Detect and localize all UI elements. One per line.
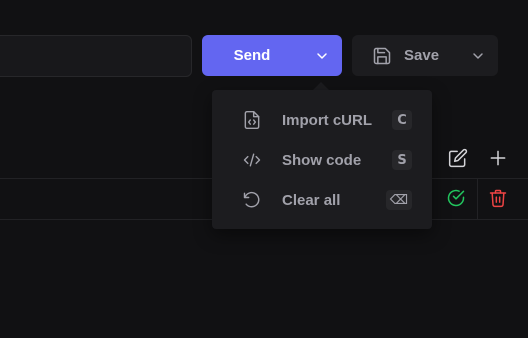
save-icon: [373, 47, 391, 64]
table-column-divider: [477, 178, 478, 219]
request-panel: Send Save Import cURL C Show code S Clea…: [0, 0, 528, 338]
chevron-down-icon: [472, 52, 483, 59]
save-button-label: Save: [404, 47, 440, 64]
save-options-toggle[interactable]: [457, 35, 498, 76]
save-button[interactable]: Save: [352, 35, 457, 76]
rotate-ccw-icon: [240, 188, 264, 212]
delete-button[interactable]: [487, 187, 509, 209]
send-button-group: Send: [202, 35, 342, 76]
send-button[interactable]: Send: [202, 35, 302, 76]
save-button-group: Save: [352, 35, 498, 76]
plus-icon: [490, 150, 506, 166]
menu-item-label: Import cURL: [282, 111, 372, 129]
trash-icon: [489, 189, 507, 208]
add-button[interactable]: [487, 147, 509, 169]
send-options-menu: Import cURL C Show code S Clear all ⌫: [212, 90, 432, 229]
code-brackets-icon: [240, 148, 264, 172]
check-circle-icon: [447, 189, 465, 207]
edit-button[interactable]: [447, 147, 469, 169]
url-input[interactable]: [0, 35, 192, 77]
menu-item-clear-all[interactable]: Clear all ⌫: [212, 180, 432, 220]
shortcut-badge: C: [392, 110, 412, 130]
shortcut-badge: ⌫: [385, 190, 412, 210]
menu-item-label: Show code: [282, 151, 362, 169]
chevron-down-icon: [317, 52, 327, 59]
menu-caret: [313, 82, 329, 90]
send-options-toggle[interactable]: [302, 35, 342, 76]
edit-icon: [448, 148, 468, 168]
send-button-label: Send: [233, 47, 271, 64]
menu-item-show-code[interactable]: Show code S: [212, 140, 432, 180]
file-code-icon: [240, 108, 264, 132]
menu-item-label: Clear all: [282, 191, 341, 209]
confirm-button[interactable]: [445, 187, 467, 209]
menu-item-import-curl[interactable]: Import cURL C: [212, 100, 432, 140]
shortcut-badge: S: [392, 150, 412, 170]
